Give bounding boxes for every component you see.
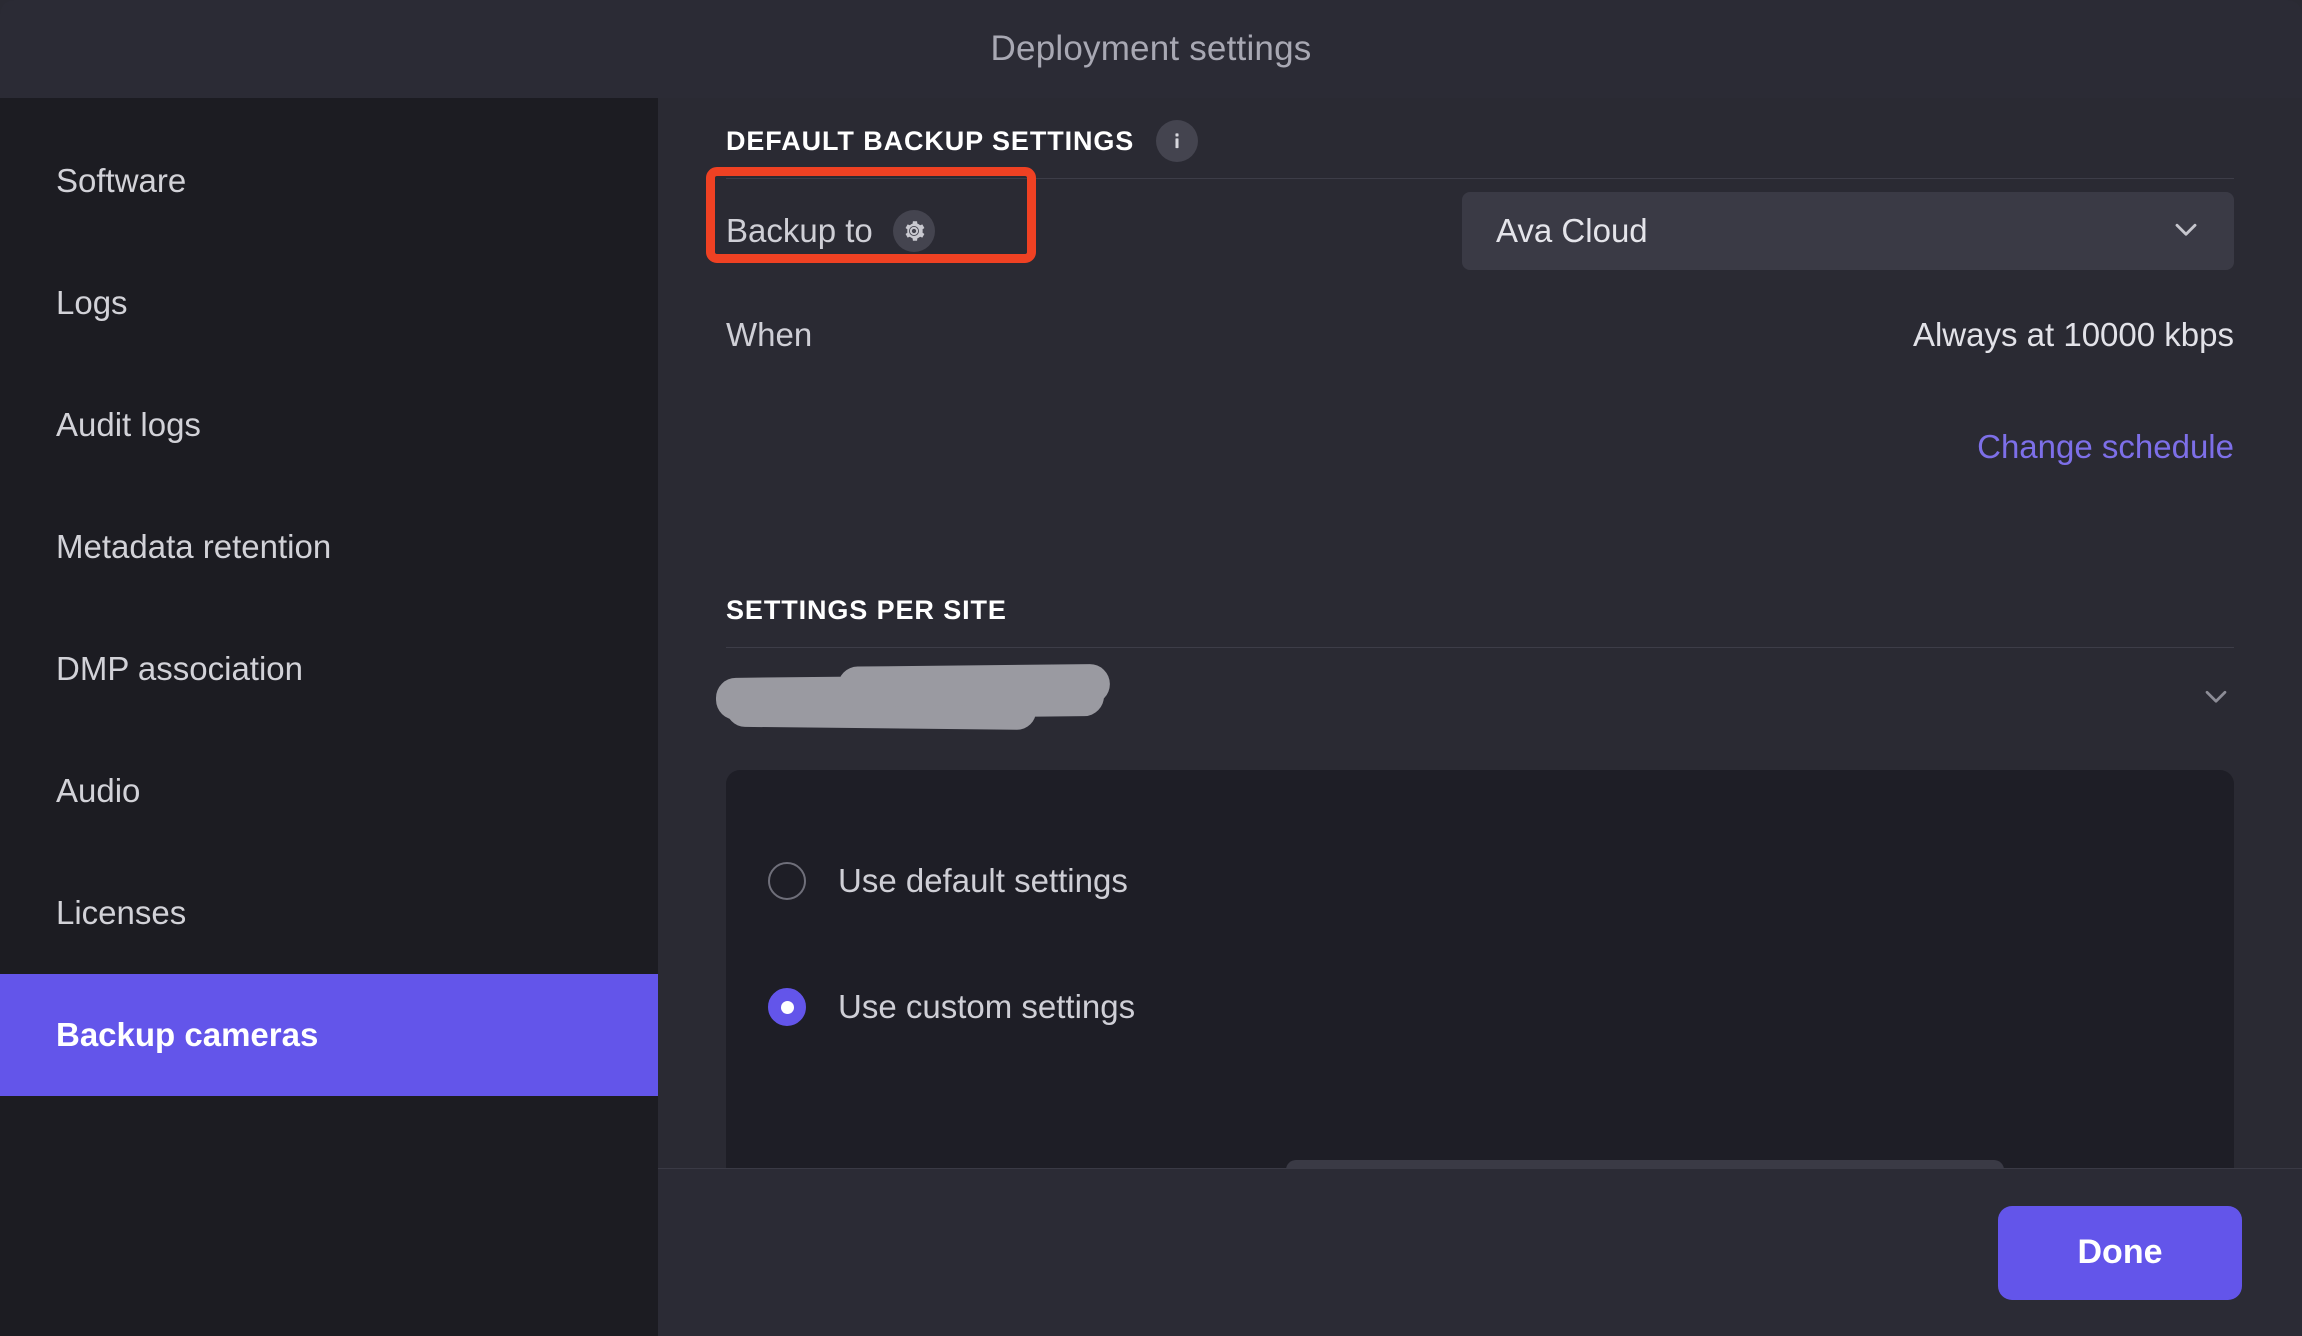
info-icon[interactable]: [1156, 120, 1199, 162]
backup-to-selected-value: Ava Cloud: [1496, 212, 1648, 249]
when-value: Always at 10000 kbps: [1912, 316, 2234, 353]
sidebar-item-label: Audio: [56, 772, 141, 809]
radio-use-default-settings[interactable]: Use default settings: [726, 818, 2234, 944]
settings-sidebar: Software Logs Audit logs Metadata retent…: [0, 98, 658, 1336]
dialog-titlebar: Deployment settings: [0, 0, 2302, 98]
radio-use-custom-settings[interactable]: Use custom settings: [726, 944, 2234, 1070]
site-settings-card: Use default settings Use custom settings: [726, 770, 2234, 1168]
sidebar-item-software[interactable]: Software: [0, 120, 658, 242]
change-schedule-link[interactable]: Change schedule: [1977, 428, 2234, 466]
sidebar-item-backup-cameras[interactable]: Backup cameras: [0, 974, 658, 1096]
sidebar-item-label: Audit logs: [56, 406, 201, 443]
chevron-down-icon[interactable]: [2198, 678, 2234, 719]
deployment-settings-dialog: Deployment settings Software Logs Audit …: [0, 0, 2302, 1336]
settings-main-panel: DEFAULT BACKUP SETTINGS Backup to Ava Cl…: [658, 98, 2302, 1336]
gear-icon[interactable]: [892, 210, 935, 252]
section-title: DEFAULT BACKUP SETTINGS: [726, 125, 1135, 156]
settings-scroll-area[interactable]: DEFAULT BACKUP SETTINGS Backup to Ava Cl…: [658, 98, 2302, 1168]
backup-to-label-group: Backup to: [726, 210, 935, 252]
sidebar-item-dmp-association[interactable]: DMP association: [0, 608, 658, 730]
sidebar-item-licenses[interactable]: Licenses: [0, 852, 658, 974]
sidebar-item-label: Metadata retention: [56, 528, 332, 565]
sidebar-item-label: Licenses: [56, 894, 187, 931]
custom-settings-field-partial[interactable]: [1286, 1160, 2004, 1168]
sidebar-item-logs[interactable]: Logs: [0, 242, 658, 364]
dialog-body: Software Logs Audit logs Metadata retent…: [0, 98, 2302, 1336]
backup-to-label: Backup to: [726, 212, 873, 249]
redaction-overlay: [715, 673, 1105, 721]
page-title: Deployment settings: [990, 29, 1312, 68]
site-row[interactable]: [698, 648, 2262, 748]
settings-per-site-header: SETTINGS PER SITE: [698, 567, 2262, 635]
sidebar-item-metadata-retention[interactable]: Metadata retention: [0, 486, 658, 608]
sidebar-item-label: DMP association: [56, 650, 304, 687]
sidebar-item-audit-logs[interactable]: Audit logs: [0, 364, 658, 486]
when-row: When Always at 10000 kbps: [698, 283, 2262, 387]
when-label: When: [726, 316, 813, 353]
sidebar-item-label: Backup cameras: [56, 1016, 319, 1053]
backup-to-select[interactable]: Ava Cloud: [1462, 192, 2234, 270]
radio-label: Use custom settings: [838, 988, 1136, 1025]
radio-label: Use default settings: [838, 862, 1128, 899]
section-title: SETTINGS PER SITE: [726, 594, 1007, 625]
sidebar-item-audio[interactable]: Audio: [0, 730, 658, 852]
dialog-footer: Done: [658, 1168, 2302, 1336]
done-button[interactable]: Done: [1998, 1205, 2242, 1300]
sidebar-item-label: Logs: [56, 284, 128, 321]
chevron-down-icon: [2168, 211, 2204, 252]
change-schedule-row: Change schedule: [698, 387, 2262, 507]
radio-icon: [768, 862, 806, 900]
default-backup-settings-header: DEFAULT BACKUP SETTINGS: [698, 98, 2262, 166]
sidebar-item-label: Software: [56, 162, 187, 199]
backup-to-row: Backup to Ava Cloud: [698, 167, 2262, 283]
radio-icon-selected: [768, 988, 806, 1026]
